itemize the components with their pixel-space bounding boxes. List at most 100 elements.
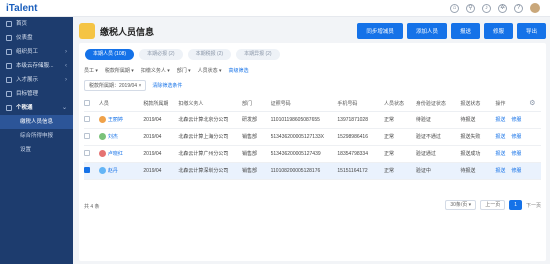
clear-filters-link[interactable]: 清除筛选条件 — [152, 82, 182, 89]
filter-chip[interactable]: 税款所属期：2019/04 × — [84, 80, 147, 91]
content-card: 本期人员 (108) 本期必报 (2) 本期税报 (2) 本期异报 (2) 员工… — [79, 43, 546, 261]
sidebar-item-6[interactable]: 个税通 ⌄ — [0, 101, 73, 115]
row-modify-link[interactable]: 修服 — [511, 134, 521, 140]
filter-agent[interactable]: 扣缴义务人 ▾ — [141, 67, 170, 74]
table-row[interactable]: 赵丹 2019/04 北森云计算深圳分公司 销售部 110108200005128176… — [84, 162, 541, 180]
advanced-filter-link[interactable]: 高级筛选 — [229, 67, 249, 74]
tab-required[interactable]: 本期必报 (2) — [139, 49, 183, 60]
report-button[interactable]: 报送 — [450, 23, 480, 39]
column-settings-icon[interactable]: ⚙ — [529, 100, 535, 107]
sidebar-subitem-2[interactable]: 设置 — [0, 143, 73, 157]
cell-verify: 验证不通过 — [415, 128, 461, 146]
next-page-button[interactable]: 下一页 — [526, 202, 541, 209]
help-icon[interactable]: ? — [514, 3, 523, 13]
nav-icon — [6, 35, 12, 41]
export-button[interactable]: 导出 — [516, 23, 546, 39]
row-report-link[interactable]: 报送 — [495, 134, 505, 140]
chevron-icon: ⌄ — [61, 105, 67, 111]
sidebar-item-label: 仪表盘 — [16, 35, 33, 41]
cell-period: 2019/04 — [143, 128, 179, 146]
filter-department[interactable]: 部门 ▾ — [177, 67, 191, 74]
chevron-icon: ‹ — [65, 63, 67, 69]
modify-button[interactable]: 修服 — [483, 23, 513, 39]
sidebar-item-label: 首页 — [16, 21, 28, 27]
col-status: 人员状态 — [384, 96, 416, 112]
person-name-link[interactable]: 王丽婷 — [108, 117, 123, 123]
search-icon[interactable]: ⚲ — [466, 3, 475, 13]
page-number[interactable]: 1 — [509, 200, 522, 210]
cell-period: 2019/04 — [143, 111, 179, 129]
chevron-icon: › — [65, 77, 67, 83]
app-logo: iTalent — [6, 3, 38, 14]
row-report-link[interactable]: 报送 — [495, 151, 505, 157]
bell-icon[interactable]: ♪ — [482, 3, 491, 13]
person-name-link[interactable]: 赵丹 — [108, 168, 118, 174]
cell-phone: 13971871028 — [337, 111, 385, 129]
filter-status[interactable]: 人员状态 ▾ — [198, 67, 222, 74]
table-row[interactable]: 刘杰 2019/04 北森云计算上海分公司 销售部 513436200005127133… — [84, 128, 541, 146]
select-all-checkbox[interactable] — [84, 100, 90, 107]
tax-person-table: 人员 税款所属期 扣缴义务人 部门 证照号码 手机号码 人员状态 身份验证状态 … — [84, 96, 541, 180]
top-icons: ⌂ ⚲ ♪ ✲ ? — [450, 3, 540, 13]
row-modify-link[interactable]: 修服 — [511, 117, 521, 123]
table-row[interactable]: 王丽婷 2019/04 北森云计算北京分公司 研发部 11010119860508765… — [84, 111, 541, 129]
tabs: 本期人员 (108) 本期必报 (2) 本期税报 (2) 本期异报 (2) — [85, 49, 280, 60]
person-name-link[interactable]: 卢晓红 — [108, 151, 123, 157]
sidebar-item-4[interactable]: 入才展示 › — [0, 73, 73, 87]
row-checkbox[interactable] — [84, 150, 90, 157]
filter-bar: 员工 ▾ 税款所属期 ▾ 扣缴义务人 ▾ 部门 ▾ 人员状态 ▾ 高级筛选 — [84, 67, 249, 74]
cell-status: 正常 — [384, 128, 416, 146]
nav-icon — [6, 105, 12, 111]
row-modify-link[interactable]: 修服 — [511, 151, 521, 157]
tab-abnormal[interactable]: 本期异报 (2) — [236, 49, 280, 60]
home-icon[interactable]: ⌂ — [450, 3, 459, 13]
user-avatar[interactable] — [530, 3, 540, 13]
sidebar-item-label: 目标管理 — [16, 91, 39, 97]
col-report: 报送状态 — [460, 96, 496, 112]
row-report-link[interactable]: 报送 — [495, 117, 505, 123]
cell-verify: 验证通过 — [415, 145, 461, 163]
sync-button[interactable]: 同步增减员 — [357, 23, 403, 39]
filter-period[interactable]: 税款所属期 ▾ — [105, 67, 134, 74]
settings-icon[interactable]: ✲ — [498, 3, 507, 13]
sidebar-item-5[interactable]: 目标管理 — [0, 87, 73, 101]
person-name-link[interactable]: 刘杰 — [108, 134, 118, 140]
sidebar-item-3[interactable]: 本级云存储服... ‹ — [0, 59, 73, 73]
nav-icon — [6, 77, 12, 83]
cell-agent: 北森云计算北京分公司 — [178, 111, 242, 129]
filter-employee[interactable]: 员工 ▾ — [84, 67, 98, 74]
cell-id: 110108200005128176 — [270, 162, 338, 180]
sidebar-item-2[interactable]: 组织员工 › — [0, 45, 73, 59]
cell-phone: 15151164172 — [337, 162, 385, 180]
row-checkbox[interactable] — [84, 167, 90, 174]
nav-icon — [6, 49, 12, 55]
col-agent: 扣缴义务人 — [178, 96, 242, 112]
col-phone: 手机号码 — [337, 96, 385, 112]
row-checkbox[interactable] — [84, 116, 90, 123]
cell-agent: 北森云计算深圳分公司 — [178, 162, 242, 180]
nav-icon — [6, 63, 12, 69]
cell-status: 正常 — [384, 145, 416, 163]
col-period: 税款所属期 — [143, 96, 179, 112]
row-modify-link[interactable]: 修服 — [511, 168, 521, 174]
tab-current[interactable]: 本期人员 (108) — [85, 49, 135, 60]
active-filters: 税款所属期：2019/04 × 清除筛选条件 — [84, 80, 182, 91]
row-checkbox[interactable] — [84, 133, 90, 140]
sidebar-item-1[interactable]: 仪表盘 — [0, 31, 73, 45]
main-content: 缴税人员信息 同步增减员 添加人员 报送 修服 导出 本期人员 (108) 本期… — [73, 17, 550, 264]
prev-page-button[interactable]: 上一页 — [480, 200, 506, 210]
tax-icon — [79, 23, 95, 39]
sidebar-item-label: 个税通 — [16, 105, 33, 111]
add-person-button[interactable]: 添加人员 — [406, 23, 447, 39]
cell-status: 正常 — [384, 111, 416, 129]
page-size-select[interactable]: 30条/页 ▾ — [445, 200, 477, 210]
sidebar-item-0[interactable]: 首页 — [0, 17, 73, 31]
sidebar-subitem-0[interactable]: 缴税人员信息 — [0, 115, 73, 129]
cell-report: 待报送 — [460, 111, 496, 129]
cell-dept: 销售部 — [241, 145, 271, 163]
cell-id: 513436200005127133X — [270, 128, 338, 146]
row-report-link[interactable]: 报送 — [495, 168, 505, 174]
tab-tax[interactable]: 本期税报 (2) — [187, 49, 232, 60]
table-row[interactable]: 卢晓红 2019/04 北森云计算广州分公司 销售部 51343620000512743… — [84, 145, 541, 163]
sidebar-subitem-1[interactable]: 综合所得申报 — [0, 129, 73, 143]
